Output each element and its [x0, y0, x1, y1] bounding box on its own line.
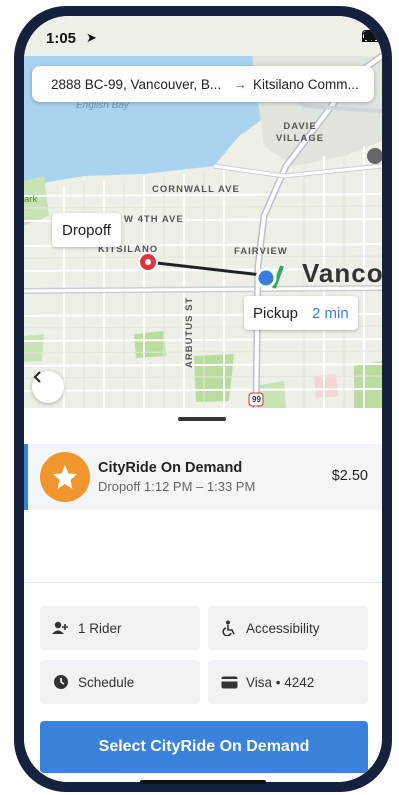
back-button[interactable] [32, 371, 64, 403]
ride-option-name: CityRide On Demand [98, 460, 243, 476]
schedule-chip[interactable]: Schedule [40, 660, 200, 704]
ride-option-selected[interactable]: CityRide On Demand Dropoff 1:12 PM – 1:3… [24, 444, 382, 510]
home-indicator[interactable] [140, 780, 266, 784]
phone-frame: 1:05 ➤ 2888 BC-99, Vancouver, B... → Kit… [14, 6, 392, 792]
destination-address[interactable]: Kitsilano Comm... [253, 77, 373, 92]
payment-label: Visa • 4242 [246, 674, 315, 690]
status-time: 1:05 [46, 30, 77, 47]
riders-label: 1 Rider [78, 620, 122, 636]
battery-icon [362, 30, 382, 42]
riders-chip[interactable]: 1 Rider [40, 606, 200, 650]
pickup-label: Pickup [253, 304, 299, 322]
location-arrow-icon: ➤ [86, 30, 97, 45]
select-ride-button[interactable]: Select CityRide On Demand [40, 721, 368, 773]
route-summary-bar[interactable]: 2888 BC-99, Vancouver, B... → Kitsilano … [32, 66, 374, 102]
arrow-right-icon: → [233, 76, 247, 92]
cityride-logo [40, 452, 90, 502]
map-label-arbutus: ARBUTUS ST [184, 296, 195, 368]
accessibility-chip[interactable]: Accessibility [208, 606, 368, 650]
map-view[interactable]: 1:05 ➤ 2888 BC-99, Vancouver, B... → Kit… [24, 16, 382, 408]
map-label-davie-village: DAVIE VILLAGE [275, 121, 325, 144]
map-label-park: ark [24, 194, 38, 205]
status-bar: 1:05 ➤ [24, 16, 382, 56]
map-label-cornwall: CORNWALL AVE [152, 184, 240, 195]
ride-options-sheet: CityRide On Demand Dropoff 1:12 PM – 1:3… [24, 408, 382, 782]
origin-address[interactable]: 2888 BC-99, Vancouver, B... [51, 77, 227, 92]
divider [24, 582, 382, 583]
ride-option-dropoff-window: Dropoff 1:12 PM – 1:33 PM [98, 479, 256, 494]
schedule-label: Schedule [78, 674, 135, 690]
screen: 1:05 ➤ 2888 BC-99, Vancouver, B... → Kit… [24, 16, 382, 782]
wheelchair-icon [220, 619, 238, 637]
credit-card-icon [220, 673, 238, 691]
map-label-fairview: FAIRVIEW [234, 246, 288, 257]
accessibility-label: Accessibility [246, 620, 320, 636]
pickup-eta: 2 min [312, 304, 349, 322]
pickup-callout[interactable]: Pickup 2 min [244, 296, 358, 330]
add-rider-icon [52, 619, 70, 637]
chevron-left-icon [33, 371, 41, 383]
highway-99-shield: 99 [252, 395, 261, 404]
sheet-grabber[interactable] [178, 417, 226, 421]
dropoff-label: Dropoff [62, 221, 111, 239]
map-label-w4th: W 4TH AVE [124, 214, 184, 225]
clock-icon [52, 673, 70, 691]
map-label-city: Vanco [302, 258, 382, 288]
ride-option-price: $2.50 [331, 468, 368, 484]
dropoff-callout[interactable]: Dropoff [52, 213, 121, 247]
star-icon [53, 465, 77, 489]
payment-chip[interactable]: Visa • 4242 [208, 660, 368, 704]
